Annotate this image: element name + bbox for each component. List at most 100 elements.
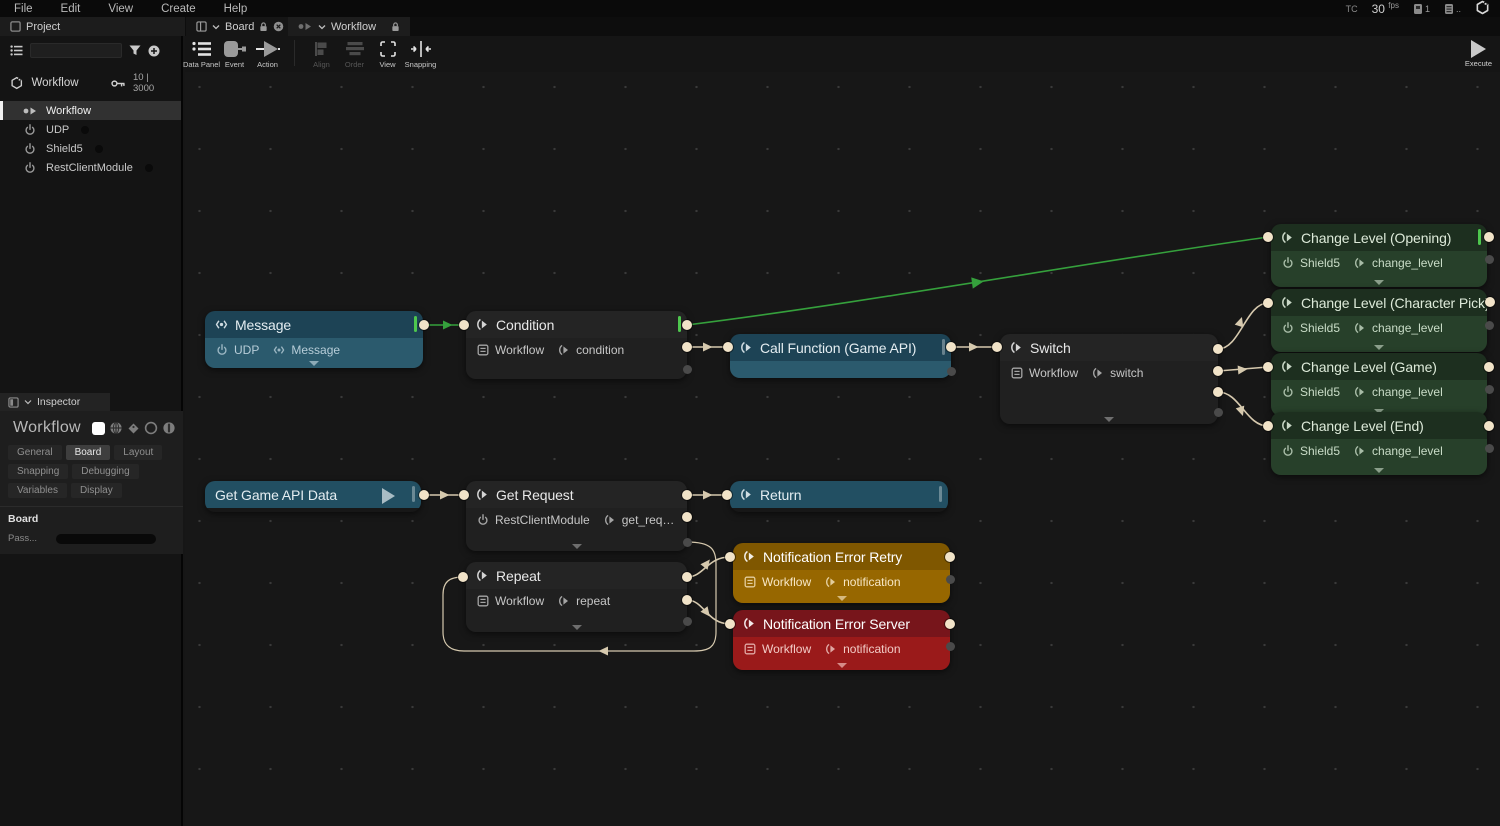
port[interactable] [1263,421,1273,431]
expand-chevron-icon[interactable] [1374,468,1384,473]
contrast-icon[interactable] [162,421,176,435]
sidebar-item-restclientmodule[interactable]: RestClientModule [0,158,181,177]
port-disabled[interactable] [683,538,692,547]
node-header[interactable]: Return [730,481,948,508]
node-header[interactable]: Notification Error Retry [733,543,950,570]
port[interactable] [682,320,692,330]
tab-workflow[interactable]: Workflow [288,17,410,36]
port[interactable] [1213,387,1223,397]
toolbar-event-button[interactable]: Event [218,36,251,69]
inspector-tab-general[interactable]: General [8,445,62,460]
node-header[interactable]: Change Level (Character Pick) [1271,289,1487,316]
search-input[interactable] [30,43,122,58]
node-header[interactable]: Message [205,311,423,338]
node-header[interactable]: Switch [1000,334,1218,361]
node-call-function-game-api[interactable]: Call Function (Game API) [730,334,951,378]
node-change-level-end[interactable]: Change Level (End) Shield5 change_level [1271,412,1487,475]
node-repeat[interactable]: Repeat Workflow repeat [466,562,687,632]
toolbar-snapping-button[interactable]: Snapping [404,36,437,69]
port[interactable] [945,619,955,629]
port[interactable] [1263,298,1273,308]
port[interactable] [722,490,732,500]
node-get-game-api-data[interactable]: Get Game API Data [205,481,421,512]
port[interactable] [1484,362,1494,372]
sidebar-item-workflow[interactable]: Workflow [0,101,181,120]
port[interactable] [459,320,469,330]
tab-project[interactable]: Project [0,17,185,36]
inspector-tab-debugging[interactable]: Debugging [72,464,138,479]
execute-button[interactable]: Execute [1465,36,1492,68]
node-condition[interactable]: Condition Workflow condition [466,311,687,379]
expand-chevron-icon[interactable] [1104,417,1114,422]
sidebar-item-shield5[interactable]: Shield5 [0,139,181,158]
port-disabled[interactable] [1485,444,1494,453]
port-disabled[interactable] [1485,385,1494,394]
port[interactable] [682,512,692,522]
port[interactable] [682,572,692,582]
port[interactable] [1263,232,1273,242]
node-message[interactable]: Message UDP Message [205,311,423,368]
expand-chevron-icon[interactable] [1374,345,1384,350]
inspector-tab-display[interactable]: Display [71,483,122,498]
port[interactable] [946,342,956,352]
node-change-level-opening[interactable]: Change Level (Opening) Shield5 change_le… [1271,224,1487,287]
port[interactable] [682,342,692,352]
port[interactable] [682,490,692,500]
node-change-level-character-pick[interactable]: Change Level (Character Pick) Shield5 ch… [1271,289,1487,352]
port-disabled[interactable] [683,365,692,374]
expand-chevron-icon[interactable] [309,361,319,366]
port[interactable] [992,342,1002,352]
inspector-tab-snapping[interactable]: Snapping [8,464,68,479]
node-header[interactable]: Call Function (Game API) [730,334,951,361]
add-icon[interactable] [148,45,160,57]
toolbar-view-button[interactable]: View [371,36,404,69]
node-header[interactable]: Get Request [466,481,687,508]
expand-chevron-icon[interactable] [1374,280,1384,285]
port-disabled[interactable] [1214,408,1223,417]
expand-chevron-icon[interactable] [572,544,582,549]
port[interactable] [419,490,429,500]
inspector-tab-variables[interactable]: Variables [8,483,67,498]
tab-board[interactable]: Board [186,17,294,36]
port[interactable] [723,342,733,352]
menu-file[interactable]: File [0,3,47,15]
tag-icon[interactable] [127,422,140,435]
port[interactable] [725,552,735,562]
node-header[interactable]: Change Level (End) [1271,412,1487,439]
menu-edit[interactable]: Edit [47,3,95,15]
menu-create[interactable]: Create [147,3,210,15]
inspector-tab-board[interactable]: Board [66,445,111,460]
menu-help[interactable]: Help [210,3,262,15]
node-notification-error-retry[interactable]: Notification Error Retry Workflow notifi… [733,543,950,603]
close-icon[interactable] [273,21,284,32]
port[interactable] [1213,344,1223,354]
filter-funnel-icon[interactable] [129,45,141,56]
pass-field-input[interactable] [56,534,156,544]
port[interactable] [725,619,735,629]
node-return[interactable]: Return [730,481,948,512]
menu-view[interactable]: View [94,3,147,15]
node-header[interactable]: Repeat [466,562,687,589]
expand-chevron-icon[interactable] [837,596,847,601]
node-notification-error-server[interactable]: Notification Error Server Workflow notif… [733,610,950,670]
node-switch[interactable]: Switch Workflow switch [1000,334,1218,424]
sidebar-item-udp[interactable]: UDP [0,120,181,139]
port[interactable] [682,595,692,605]
port-disabled[interactable] [1485,255,1494,264]
inspector-tab[interactable]: Inspector [0,393,110,411]
node-header[interactable]: Notification Error Server [733,610,950,637]
inspector-tab-layout[interactable]: Layout [114,445,162,460]
play-icon[interactable] [382,488,395,504]
toolbar-action-button[interactable]: Action [251,36,284,69]
port[interactable] [945,552,955,562]
port-disabled[interactable] [946,575,955,584]
port[interactable] [1263,362,1273,372]
port[interactable] [1213,366,1223,376]
color-swatch[interactable] [92,422,105,435]
node-header[interactable]: Change Level (Game) [1271,353,1487,380]
tree-list-icon[interactable] [10,45,23,56]
node-get-request[interactable]: Get Request RestClientModule get_req… [466,481,687,551]
expand-chevron-icon[interactable] [837,663,847,668]
port[interactable] [1484,421,1494,431]
toolbar-data-panel-button[interactable]: Data Panel [185,36,218,69]
